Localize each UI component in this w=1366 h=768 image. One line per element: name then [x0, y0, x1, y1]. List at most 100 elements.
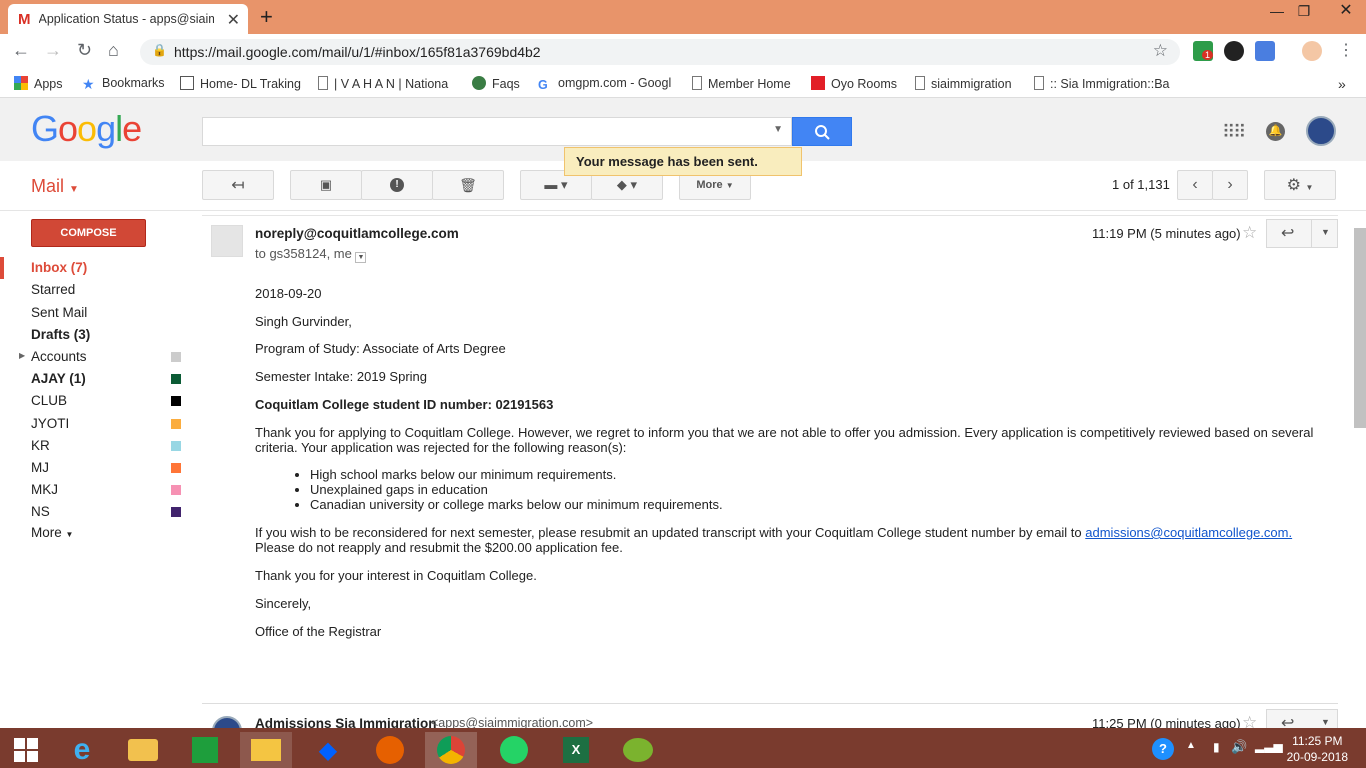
mail-app-icon[interactable]	[117, 732, 169, 768]
mail-switcher[interactable]: Mail ▼	[31, 176, 79, 197]
label-color-swatch[interactable]	[171, 463, 181, 473]
bookmark-dl[interactable]: Home- DL Traking	[180, 76, 301, 91]
scrollbar-thumb[interactable]	[1354, 228, 1366, 428]
sidebar: COMPOSE Inbox (7) Starred Sent Mail Draf…	[0, 211, 200, 728]
older-button[interactable]: ›	[1212, 170, 1248, 200]
search-options-icon[interactable]: ▼	[773, 124, 783, 135]
sidebar-item-inbox[interactable]: Inbox (7)	[31, 260, 87, 275]
profile-icon[interactable]	[1302, 41, 1322, 61]
bookmark-star-icon[interactable]: ☆	[1153, 41, 1168, 61]
tray-chevron-icon[interactable]: ▲	[1186, 740, 1196, 751]
bookmark-faqs[interactable]: Faqs	[472, 76, 520, 91]
details-dropdown-icon[interactable]: ▼	[355, 252, 367, 263]
home-icon[interactable]: ⌂	[108, 40, 119, 61]
chrome-icon[interactable]	[425, 732, 477, 768]
star-icon[interactable]: ☆	[1242, 223, 1257, 243]
sidebar-item-starred[interactable]: Starred	[31, 282, 75, 297]
label-color-swatch[interactable]	[171, 507, 181, 517]
sidebar-item-drafts[interactable]: Drafts (3)	[31, 327, 90, 342]
label-color-swatch[interactable]	[171, 374, 181, 384]
bookmarks-overflow-icon[interactable]: »	[1338, 76, 1346, 92]
sidebar-item-ajay[interactable]: AJAY (1)	[31, 371, 86, 386]
sidebar-item-mkj[interactable]: MKJ	[31, 482, 58, 497]
reply-icon[interactable]: ↩	[1281, 223, 1294, 243]
clock[interactable]: 11:25 PM 20-09-2018	[1287, 733, 1348, 765]
network-icon[interactable]: ▂▃▅	[1255, 739, 1283, 753]
settings-button[interactable]: ⚙ ▼	[1264, 170, 1336, 200]
sidebar-item-sent[interactable]: Sent Mail	[31, 305, 87, 320]
wechat-icon[interactable]	[612, 732, 664, 768]
bookmark-sia-ba[interactable]: :: Sia Immigration::Ba	[1034, 76, 1170, 91]
store-icon[interactable]	[179, 732, 231, 768]
report-spam-button[interactable]: !	[361, 170, 433, 200]
label-color-swatch[interactable]	[171, 441, 181, 451]
bookmark-member-home[interactable]: Member Home	[692, 76, 791, 91]
restore-button[interactable]: ❐	[1284, 0, 1324, 26]
sender-email[interactable]: noreply@coquitlamcollege.com	[255, 226, 459, 241]
reply-icon[interactable]: ↩	[1281, 713, 1294, 728]
whatsapp-icon[interactable]	[488, 732, 540, 768]
search-button[interactable]	[792, 117, 852, 146]
bookmark-omgpm[interactable]: Gomgpm.com - Googl	[538, 76, 671, 92]
expand-icon[interactable]: ▶	[19, 351, 25, 360]
menu-icon[interactable]: ⋮	[1338, 40, 1354, 60]
sidebar-item-club[interactable]: CLUB	[31, 393, 67, 408]
close-tab-icon[interactable]: ✕	[227, 10, 240, 30]
excel-icon[interactable]: X	[550, 732, 602, 768]
extension-icon[interactable]: 1	[1193, 41, 1214, 61]
page-icon	[915, 76, 925, 90]
label-color-swatch[interactable]	[171, 352, 181, 362]
newer-button[interactable]: ‹	[1177, 170, 1213, 200]
google-logo[interactable]: Google	[31, 108, 142, 150]
archive-button[interactable]: ▣	[290, 170, 362, 200]
sidebar-item-more[interactable]: More ▼	[31, 525, 73, 540]
admissions-email-link[interactable]: admissions@coquitlamcollege.com.	[1085, 525, 1292, 540]
firefox-icon[interactable]	[364, 732, 416, 768]
search-input[interactable]: ▼	[202, 117, 792, 146]
start-button[interactable]	[0, 732, 52, 768]
forward-icon[interactable]: →	[44, 40, 62, 61]
sidebar-item-accounts[interactable]: Accounts	[31, 349, 87, 364]
bookmark-bookmarks[interactable]: ★ Bookmarks	[82, 76, 165, 91]
bookmark-siaimmigration[interactable]: siaimmigration	[915, 76, 1012, 91]
message-time: 11:19 PM (5 minutes ago)	[1092, 226, 1241, 241]
volume-icon[interactable]: 🔊	[1231, 739, 1247, 755]
battery-icon[interactable]: ▮	[1213, 740, 1220, 754]
new-tab-button[interactable]: +	[260, 4, 273, 30]
bookmark-vahan[interactable]: | V A H A N | Nationa	[318, 76, 448, 91]
reply-button-group: ↩ ▼	[1266, 709, 1338, 728]
sidebar-item-mj[interactable]: MJ	[31, 460, 49, 475]
label-color-swatch[interactable]	[171, 396, 181, 406]
internet-explorer-icon[interactable]: e	[56, 732, 108, 768]
label-color-swatch[interactable]	[171, 419, 181, 429]
label-color-swatch[interactable]	[171, 485, 181, 495]
globe-icon	[472, 76, 486, 90]
sidebar-item-ns[interactable]: NS	[31, 504, 50, 519]
more-actions-icon[interactable]: ▼	[1321, 717, 1330, 727]
apps-grid-icon[interactable]: ⠿⠿	[1222, 122, 1246, 143]
help-icon[interactable]: ?	[1152, 738, 1174, 760]
more-actions-icon[interactable]: ▼	[1321, 227, 1330, 237]
avatar[interactable]	[1306, 116, 1336, 146]
compose-button[interactable]: COMPOSE	[31, 219, 146, 247]
bookmark-oyo[interactable]: Oyo Rooms	[811, 76, 897, 91]
back-icon[interactable]: ←	[12, 40, 30, 61]
extension-icon[interactable]	[1224, 41, 1244, 61]
url-text[interactable]: https://mail.google.com/mail/u/1/#inbox/…	[174, 44, 541, 60]
sidebar-item-jyoti[interactable]: JYOTI	[31, 416, 69, 431]
browser-tab[interactable]: M Application Status - apps@siaim ✕	[8, 4, 248, 34]
translate-icon[interactable]	[1255, 41, 1275, 61]
star-icon[interactable]: ☆	[1242, 713, 1257, 728]
notifications-icon[interactable]: 🔔	[1266, 122, 1285, 141]
delete-button[interactable]: 🗑	[432, 170, 504, 200]
back-to-inbox-button[interactable]: ↤	[202, 170, 274, 200]
dropbox-icon[interactable]: ◆	[302, 732, 354, 768]
avatar	[212, 716, 242, 728]
omnibox[interactable]: 🔒 https://mail.google.com/mail/u/1/#inbo…	[140, 39, 1180, 65]
close-window-button[interactable]: ✕	[1326, 0, 1366, 26]
file-explorer-icon[interactable]	[240, 732, 292, 768]
bookmark-apps[interactable]: Apps	[14, 76, 63, 91]
reload-icon[interactable]: ↻	[77, 40, 92, 61]
next-sender[interactable]: Admissions Sia Immigration	[255, 716, 437, 728]
sidebar-item-kr[interactable]: KR	[31, 438, 50, 453]
